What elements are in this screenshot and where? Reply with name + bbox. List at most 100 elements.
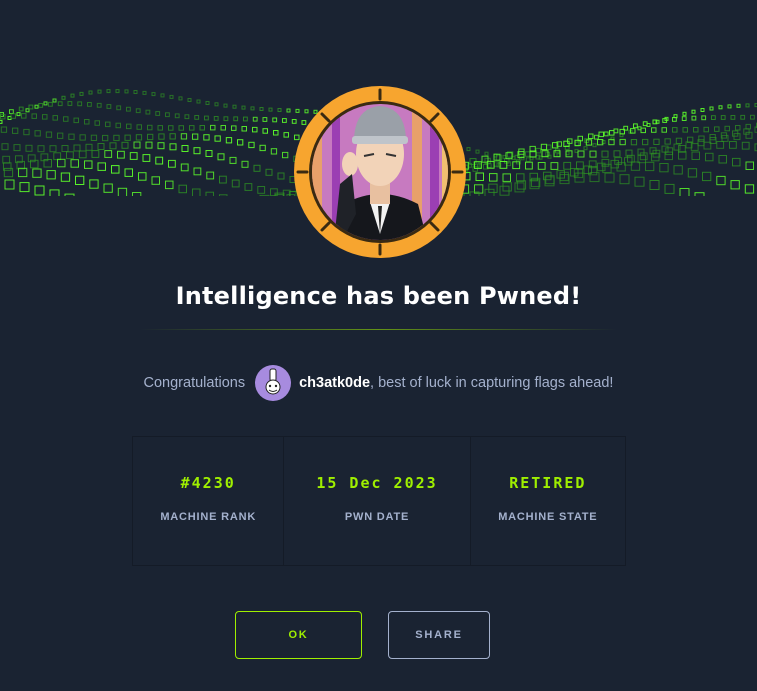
banner-cube — [204, 115, 209, 121]
banner-cube — [192, 188, 201, 196]
banner-cube — [589, 150, 597, 158]
banner-cube — [63, 116, 69, 122]
banner-cube — [682, 111, 687, 116]
banner-cube — [21, 113, 27, 119]
banner-cube — [687, 168, 698, 178]
banner-cube — [73, 144, 81, 152]
banner-cube — [73, 117, 79, 124]
banner-cube — [262, 117, 268, 122]
banner-cube — [155, 111, 161, 116]
banner-cube — [67, 101, 73, 106]
banner-cube — [77, 101, 83, 107]
banner-cube — [157, 125, 163, 131]
banner-cube — [691, 115, 697, 121]
banner-cube — [90, 134, 98, 141]
banner-cube — [53, 152, 62, 161]
banner-cube — [147, 124, 153, 131]
banner-cube — [1, 143, 9, 151]
banner-cube — [665, 147, 674, 156]
congrats-suffix: , best of luck in capturing flags ahead! — [370, 375, 614, 391]
banner-cube — [57, 101, 63, 107]
banner-cube — [187, 98, 192, 102]
title-divider — [140, 329, 617, 330]
banner-cube — [718, 155, 727, 164]
banner-cube — [124, 89, 129, 94]
banner-cube — [165, 180, 174, 190]
banner-cube — [135, 134, 143, 141]
banner-cube — [546, 144, 552, 150]
banner-cube — [45, 131, 53, 138]
banner-cube — [259, 194, 270, 196]
banner-cube — [97, 143, 105, 150]
banner-cube — [117, 150, 125, 159]
banner-cube — [514, 182, 525, 193]
banner-cube — [716, 141, 725, 149]
banner-cube — [34, 104, 39, 109]
banner-cube — [705, 152, 714, 162]
banner-cube — [117, 187, 128, 196]
banner-cube — [180, 163, 189, 172]
banner-cube — [203, 134, 210, 141]
banner-cube — [88, 90, 93, 95]
banner-cube — [244, 183, 253, 191]
ok-button[interactable]: OK — [235, 611, 362, 659]
congrats-prefix: Congratulations — [143, 375, 246, 391]
banner-cube — [145, 141, 153, 149]
banner-cube — [619, 174, 630, 185]
banner-cube — [241, 160, 249, 168]
stat-machine-rank: #4230 MACHINE RANK — [133, 437, 285, 565]
banner-cube — [594, 134, 599, 140]
banner-cube — [184, 114, 190, 120]
banner-cube — [49, 145, 57, 153]
banner-cube — [64, 193, 75, 196]
banner-cube — [151, 176, 160, 185]
banner-cube — [199, 125, 205, 131]
banner-cube — [711, 115, 716, 120]
banner-cube — [133, 90, 138, 94]
banner-cube — [78, 150, 87, 159]
banner-cube — [97, 162, 106, 171]
username[interactable]: ch3atk0de — [299, 375, 370, 391]
banner-cube — [241, 105, 246, 110]
banner-cube — [142, 90, 147, 95]
banner-cube — [675, 137, 683, 144]
banner-cube — [698, 135, 705, 142]
banner-cube — [283, 132, 289, 138]
banner-cube — [105, 121, 111, 128]
stat-label: MACHINE STATE — [498, 511, 598, 523]
banner-cube — [730, 115, 736, 120]
banner-cube — [91, 150, 100, 158]
banner-cube — [741, 141, 750, 150]
banner-cube — [217, 153, 225, 161]
banner-cube — [158, 133, 165, 140]
banner-cube — [121, 141, 129, 149]
banner-cube — [701, 115, 707, 121]
banner-cube — [109, 142, 117, 150]
banner-cube — [525, 161, 533, 170]
banner-cube — [241, 126, 247, 132]
banner-cube — [157, 142, 165, 150]
banner-cube — [169, 133, 176, 140]
banner-cube — [79, 91, 84, 96]
user-avatar[interactable] — [255, 365, 292, 401]
banner-cube — [718, 105, 723, 110]
banner-cube — [730, 180, 740, 190]
banner-cube — [145, 109, 151, 115]
banner-cube — [169, 94, 174, 99]
banner-cube — [232, 104, 237, 109]
banner-cube — [70, 159, 79, 168]
banner-cube — [700, 108, 705, 112]
banner-cube — [102, 134, 109, 142]
banner-cube — [0, 119, 3, 124]
banner-cube — [694, 192, 705, 196]
banner-cube — [673, 165, 683, 175]
banner-cube — [270, 148, 278, 155]
share-button[interactable]: SHARE — [388, 611, 490, 659]
banner-cube — [106, 89, 111, 94]
banner-cube — [740, 114, 746, 120]
banner-cube — [96, 102, 102, 108]
banner-cube — [649, 180, 660, 190]
banner-cube — [489, 173, 498, 182]
banner-cube — [196, 99, 201, 104]
banner-cube — [651, 127, 657, 133]
